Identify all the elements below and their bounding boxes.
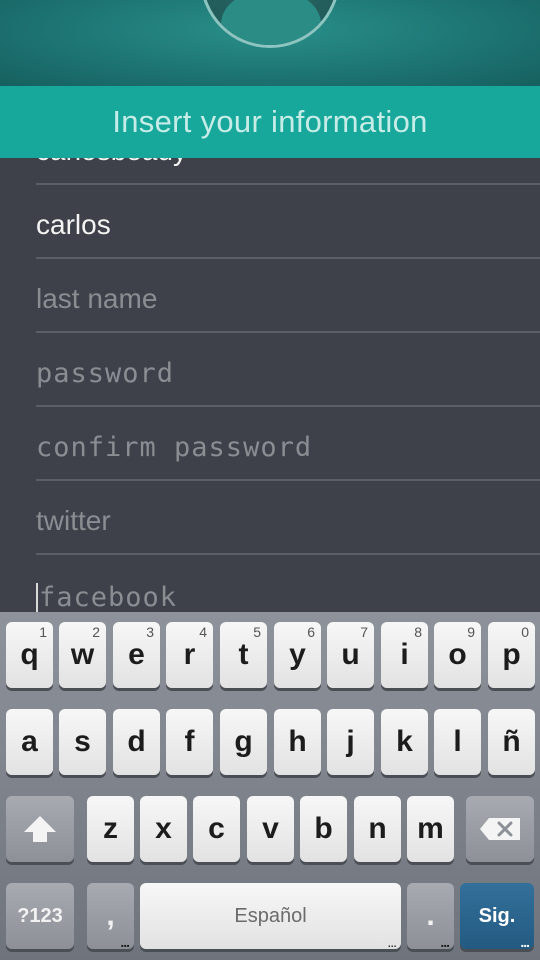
key-o[interactable]: o9 xyxy=(434,622,481,688)
password-placeholder: password xyxy=(36,358,175,389)
facebook-field[interactable]: facebook xyxy=(36,555,540,612)
key-u[interactable]: u7 xyxy=(327,622,374,688)
key-z[interactable]: z xyxy=(87,796,134,862)
symbols-key[interactable]: ?123 xyxy=(6,883,74,949)
key-i[interactable]: i8 xyxy=(381,622,428,688)
key-d[interactable]: d xyxy=(113,709,160,775)
space-key[interactable]: Español... xyxy=(140,883,401,949)
last-name-placeholder: last name xyxy=(36,283,158,314)
next-key[interactable]: Sig.... xyxy=(460,883,534,949)
key-t[interactable]: t5 xyxy=(220,622,267,688)
username-value: carlosbeady xyxy=(36,158,187,167)
first-name-field[interactable]: carlos xyxy=(36,185,540,259)
key-v[interactable]: v xyxy=(247,796,294,862)
key-m[interactable]: m xyxy=(407,796,454,862)
key-l[interactable]: l xyxy=(434,709,481,775)
twitter-placeholder: twitter xyxy=(36,505,111,536)
username-field[interactable]: carlosbeady xyxy=(36,158,540,185)
page-title: Insert your information xyxy=(0,86,540,158)
password-field[interactable]: password xyxy=(36,333,540,407)
avatar-shirt xyxy=(221,0,321,45)
comma-key[interactable]: ,... xyxy=(87,883,134,949)
shift-icon xyxy=(24,816,56,842)
key-c[interactable]: c xyxy=(193,796,240,862)
twitter-field[interactable]: twitter xyxy=(36,481,540,555)
text-caret xyxy=(36,583,38,612)
shift-key[interactable] xyxy=(6,796,74,862)
key-k[interactable]: k xyxy=(381,709,428,775)
confirm-password-placeholder: confirm password xyxy=(36,432,313,463)
last-name-field[interactable]: last name xyxy=(36,259,540,333)
backspace-icon xyxy=(480,818,520,840)
key-s[interactable]: s xyxy=(59,709,106,775)
key-n[interactable]: n xyxy=(354,796,401,862)
key-a[interactable]: a xyxy=(6,709,53,775)
key-x[interactable]: x xyxy=(140,796,187,862)
registration-form: carlosbeady carlos last name password co… xyxy=(0,158,540,612)
profile-header xyxy=(0,0,540,86)
backspace-key[interactable] xyxy=(466,796,534,862)
key-j[interactable]: j xyxy=(327,709,374,775)
profile-avatar[interactable] xyxy=(200,0,340,48)
key-enye[interactable]: ñ xyxy=(488,709,535,775)
key-e[interactable]: e3 xyxy=(113,622,160,688)
key-g[interactable]: g xyxy=(220,709,267,775)
key-h[interactable]: h xyxy=(274,709,321,775)
confirm-password-field[interactable]: confirm password xyxy=(36,407,540,481)
facebook-placeholder: facebook xyxy=(39,582,178,612)
period-key[interactable]: .... xyxy=(407,883,454,949)
key-q[interactable]: q1 xyxy=(6,622,53,688)
key-b[interactable]: b xyxy=(300,796,347,862)
key-w[interactable]: w2 xyxy=(59,622,106,688)
key-p[interactable]: p0 xyxy=(488,622,535,688)
key-f[interactable]: f xyxy=(166,709,213,775)
key-y[interactable]: y6 xyxy=(274,622,321,688)
key-r[interactable]: r4 xyxy=(166,622,213,688)
soft-keyboard: q1 w2 e3 r4 t5 y6 u7 i8 o9 p0 a s d f g … xyxy=(0,612,540,960)
first-name-value: carlos xyxy=(36,209,111,240)
